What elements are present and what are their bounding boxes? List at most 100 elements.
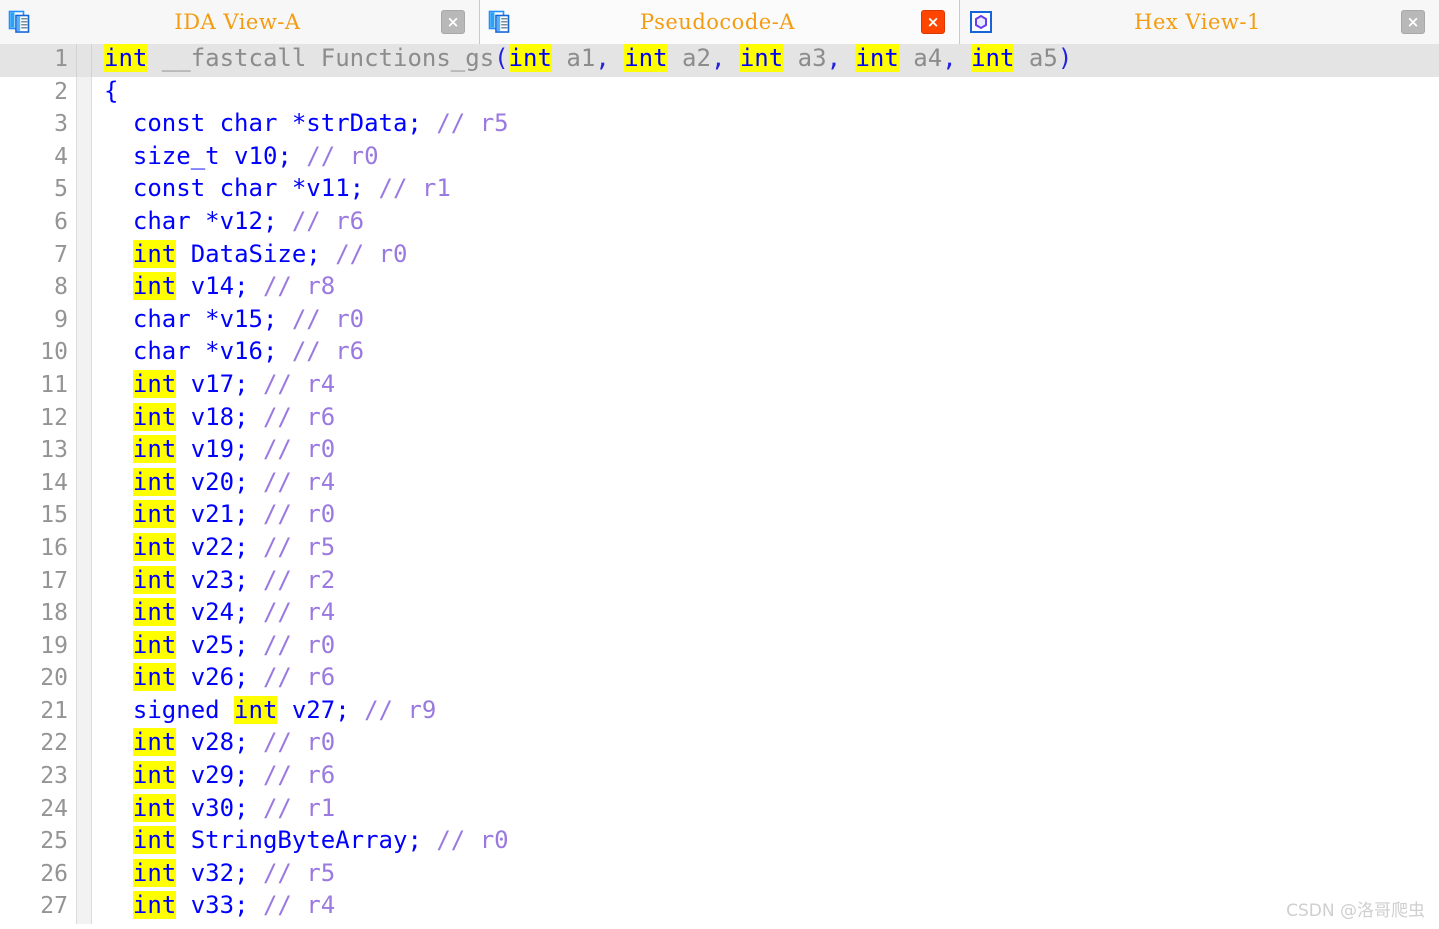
comment-token: // — [248, 435, 307, 464]
code-token: v19; — [176, 435, 249, 464]
comment-token: r6 — [306, 761, 336, 790]
comment-token: // — [248, 728, 307, 757]
search-highlight-token: int — [234, 695, 278, 724]
code-line[interactable]: 22 int v28; // r0 — [0, 728, 1439, 762]
code-line[interactable]: 13 int v19; // r0 — [0, 435, 1439, 468]
editor-gutter — [76, 598, 92, 631]
code-line[interactable]: 4 size_t v10; // r0 — [0, 141, 1439, 175]
editor-gutter — [76, 141, 92, 175]
code-line[interactable]: 21 signed int v27; // r9 — [0, 695, 1439, 729]
code-text: const char *v11; // r1 — [92, 174, 1439, 202]
line-number: 22 — [40, 730, 68, 757]
comment-token: // — [248, 663, 307, 692]
comment-token: // — [248, 402, 307, 431]
comment-token: r1 — [421, 174, 451, 203]
comment-token: r0 — [335, 304, 365, 333]
editor-gutter — [76, 858, 92, 892]
code-text: char *v16; // r6 — [92, 337, 1439, 365]
comment-token: r6 — [335, 337, 365, 366]
close-icon[interactable]: × — [441, 10, 465, 34]
code-line[interactable]: 11 int v17; // r4 — [0, 369, 1439, 403]
editor-gutter — [76, 663, 92, 696]
code-token: a1 — [551, 44, 596, 72]
line-number: 14 — [40, 469, 68, 496]
search-highlight-token: int — [132, 435, 177, 464]
code-line[interactable]: 24 int v30; // r1 — [0, 793, 1439, 827]
code-token: v20; — [176, 467, 249, 496]
comment-token: r0 — [306, 728, 336, 757]
tab-pseudocode-a[interactable]: Pseudocode-A × — [480, 0, 960, 44]
search-highlight-token: int — [624, 44, 668, 72]
code-line[interactable]: 3 const char *strData; // r5 — [0, 109, 1439, 142]
comment-token: // — [421, 109, 480, 138]
tab-hex-view-1[interactable]: Hex View-1 × — [960, 0, 1439, 44]
close-icon[interactable]: × — [1401, 10, 1425, 34]
search-highlight-token: int — [132, 826, 177, 855]
code-line[interactable]: 25 int StringByteArray; // r0 — [0, 826, 1439, 859]
tab-ida-view-a[interactable]: IDA View-A × — [0, 0, 480, 44]
code-line[interactable]: 8 int v14; // r8 — [0, 272, 1439, 305]
code-token: DataSize; — [176, 239, 321, 268]
comment-token: r2 — [306, 565, 336, 594]
code-line[interactable]: 12 int v18; // r6 — [0, 402, 1439, 436]
code-line[interactable]: 19 int v25; // r0 — [0, 630, 1439, 664]
code-token: , — [826, 44, 842, 72]
editor-gutter — [76, 565, 92, 599]
document-pages-icon — [8, 9, 34, 35]
code-line[interactable]: 7 int DataSize; // r0 — [0, 239, 1439, 273]
code-line[interactable]: 16 int v22; // r5 — [0, 532, 1439, 566]
code-line[interactable]: 1 int __fastcall Functions_gs(int a1, int… — [0, 44, 1439, 77]
line-number: 27 — [40, 893, 68, 920]
tab-label-pseudocode-a: Pseudocode-A — [640, 10, 795, 34]
code-token: a2 — [667, 44, 711, 72]
code-line[interactable]: 23 int v29; // r6 — [0, 761, 1439, 794]
code-token: size_t v10; — [104, 141, 292, 170]
comment-token: r0 — [479, 826, 509, 855]
comment-token: // — [320, 239, 379, 268]
comment-token: // — [248, 272, 307, 301]
tab-label-ida-view-a: IDA View-A — [174, 10, 301, 34]
code-line[interactable]: 26 int v32; // r5 — [0, 858, 1439, 892]
comment-token: r4 — [306, 467, 336, 496]
comment-token: r4 — [306, 891, 336, 920]
tab-bar: IDA View-A × Pseudocode-A × Hex View-1 × — [0, 0, 1439, 44]
code-line[interactable]: 6 char *v12; // r6 — [0, 206, 1439, 240]
code-line[interactable]: 17 int v23; // r2 — [0, 565, 1439, 599]
code-line[interactable]: 14 int v20; // r4 — [0, 467, 1439, 501]
code-token: char *v16; — [104, 337, 278, 366]
line-number: 5 — [54, 176, 68, 203]
code-line[interactable]: 2{ — [0, 76, 1439, 110]
line-number: 4 — [54, 143, 68, 170]
code-line[interactable]: 9 char *v15; // r0 — [0, 304, 1439, 338]
comment-token: r4 — [306, 598, 336, 627]
code-line[interactable]: 27 int v33; // r4 — [0, 891, 1439, 925]
tab-label-hex-view-1: Hex View-1 — [1134, 10, 1261, 34]
comment-token: // — [248, 467, 307, 496]
code-line[interactable]: 5 const char *v11; // r1 — [0, 174, 1439, 207]
code-text: int v30; // r1 — [92, 793, 1439, 822]
search-highlight-token: int — [855, 44, 899, 72]
editor-gutter — [76, 467, 92, 501]
code-line[interactable]: 15 int v21; // r0 — [0, 500, 1439, 533]
pseudocode-editor[interactable]: 1 int __fastcall Functions_gs(int a1, int… — [0, 44, 1439, 929]
line-number: 15 — [40, 502, 68, 529]
code-text: signed int v27; // r9 — [92, 695, 1439, 724]
code-token: v24; — [176, 598, 249, 627]
search-highlight-token: int — [132, 858, 177, 887]
comment-token: // — [364, 174, 422, 203]
editor-gutter — [76, 239, 92, 273]
comment-token: r4 — [306, 369, 336, 398]
watermark: CSDN @洛哥爬虫 — [1286, 901, 1425, 921]
code-line[interactable]: 10 char *v16; // r6 — [0, 337, 1439, 370]
close-icon[interactable]: × — [921, 10, 945, 34]
code-line[interactable]: 20 int v26; // r6 — [0, 663, 1439, 696]
code-text: int v28; // r0 — [92, 728, 1439, 757]
code-token: v17; — [176, 369, 249, 398]
code-text: int v21; // r0 — [92, 500, 1439, 529]
code-line[interactable]: 18 int v24; // r4 — [0, 598, 1439, 631]
line-number: 26 — [40, 860, 68, 887]
